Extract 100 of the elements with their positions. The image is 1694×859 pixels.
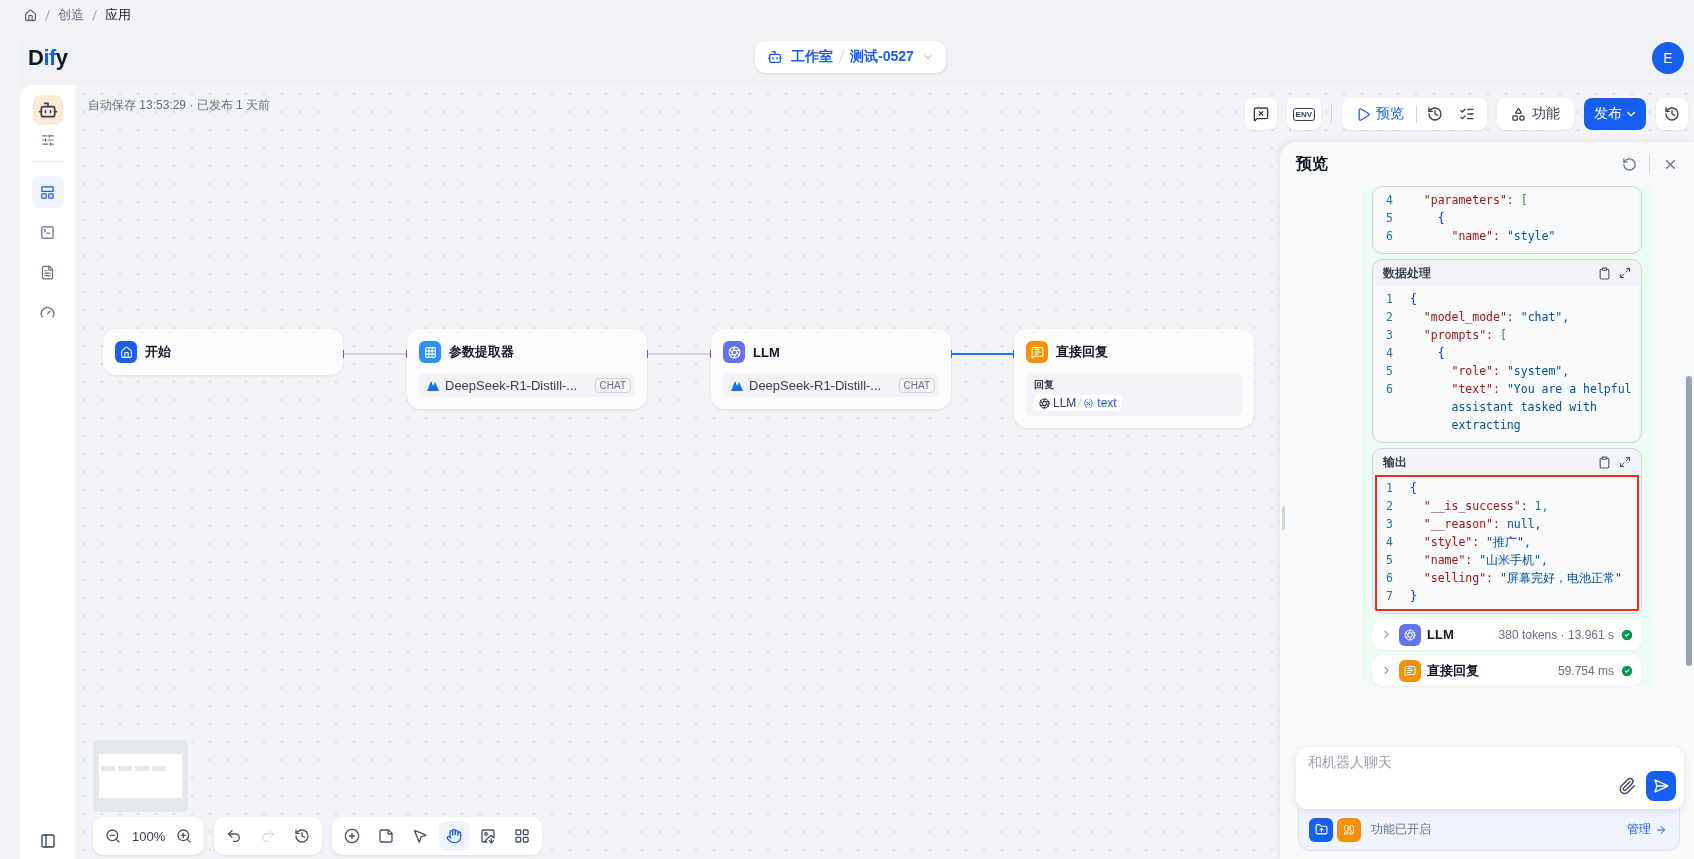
send-icon bbox=[1653, 778, 1669, 794]
chat-input[interactable]: 和机器人聊天 bbox=[1306, 753, 1566, 771]
code-line: "role": "system", bbox=[1450, 363, 1571, 380]
llm-node-icon bbox=[723, 341, 745, 363]
zoom-level[interactable]: 100% bbox=[132, 828, 166, 844]
breadcrumb-link[interactable]: 应用 bbox=[105, 6, 131, 24]
line-number: 4 bbox=[1385, 534, 1394, 551]
line-number: 6 bbox=[1385, 228, 1394, 245]
add-icon bbox=[344, 828, 361, 844]
trace-step[interactable]: LLM 380 tokens · 13.961 s bbox=[1372, 619, 1642, 650]
workflow-node[interactable]: LLM DeepSeek-R1-Distill-... CHAT bbox=[711, 329, 951, 409]
node-title: 参数提取器 bbox=[449, 343, 514, 361]
code-line: "__reason": null, bbox=[1422, 516, 1543, 533]
line-number: 5 bbox=[1385, 210, 1394, 227]
app-switcher[interactable]: 工作室 测试-0527 bbox=[755, 41, 946, 73]
model-selector[interactable]: DeepSeek-R1-Distill-... CHAT bbox=[419, 373, 635, 397]
code-line: { bbox=[1408, 480, 1418, 497]
variable-chip: LLM text bbox=[1034, 395, 1122, 411]
history-icon bbox=[1664, 106, 1680, 122]
zoom-in-icon bbox=[176, 828, 193, 844]
code-line: { bbox=[1408, 291, 1418, 308]
node-title: LLM bbox=[753, 344, 780, 360]
line-number: 2 bbox=[1385, 309, 1394, 326]
copy-icon[interactable] bbox=[1598, 266, 1611, 280]
node-title: 开始 bbox=[145, 343, 171, 361]
checklist-icon bbox=[1459, 106, 1475, 122]
monitoring-nav-icon bbox=[40, 304, 55, 320]
layout-icon bbox=[514, 828, 531, 844]
copy-icon[interactable] bbox=[1598, 455, 1611, 469]
step-name: LLM bbox=[1427, 627, 1455, 642]
sidebar-toggle-icon[interactable] bbox=[39, 833, 56, 849]
breadcrumb-link[interactable]: 创造 bbox=[58, 6, 84, 24]
send-button[interactable] bbox=[1646, 771, 1676, 801]
code-line: "parameters": [ bbox=[1422, 192, 1529, 209]
answer-node-icon bbox=[1026, 341, 1048, 363]
panel-title: 预览 bbox=[1296, 153, 1329, 174]
step-name: 直接回复 bbox=[1427, 661, 1480, 680]
line-number: 5 bbox=[1385, 363, 1394, 380]
hand-icon bbox=[446, 828, 463, 844]
parameter-extractor-node-icon bbox=[419, 341, 441, 363]
line-number: 4 bbox=[1385, 345, 1394, 362]
mountain-icon bbox=[427, 379, 439, 391]
restart-icon bbox=[1621, 156, 1637, 172]
save-status: 自动保存 13:53:29 · 已发布 1 天前 bbox=[88, 97, 271, 114]
publish-button[interactable]: 发布 bbox=[1584, 98, 1646, 130]
code-line: } bbox=[1408, 588, 1418, 605]
code-line: "selling": "屏幕完好，电池正常" bbox=[1422, 570, 1623, 587]
trace-step[interactable]: 直接回复 59.754 ms bbox=[1372, 655, 1642, 686]
code-line: "style": "推广", bbox=[1422, 534, 1532, 551]
sliders-icon[interactable] bbox=[40, 133, 55, 147]
chat-clear-button[interactable] bbox=[1244, 98, 1277, 130]
quote-icon bbox=[1337, 817, 1361, 842]
code-line: "name": "山米手机", bbox=[1422, 552, 1549, 569]
scrollbar[interactable] bbox=[1686, 376, 1692, 666]
field-label: 回复 bbox=[1034, 378, 1055, 392]
orchestrate-nav-button[interactable] bbox=[31, 176, 64, 208]
env-button[interactable]: ENV bbox=[1286, 98, 1321, 130]
home-icon[interactable] bbox=[24, 8, 37, 22]
user-avatar[interactable]: E bbox=[1652, 41, 1684, 74]
llm-node-icon bbox=[1399, 623, 1421, 646]
answer-node-icon bbox=[1399, 659, 1421, 682]
resize-handle[interactable] bbox=[1282, 506, 1285, 530]
workflow-node[interactable]: 开始 bbox=[103, 329, 343, 375]
workflow-node[interactable]: 参数提取器 DeepSeek-R1-Distill-... CHAT bbox=[407, 329, 647, 409]
export-icon bbox=[480, 828, 497, 844]
workflow-node[interactable]: 直接回复 回复 LLM text bbox=[1014, 329, 1254, 428]
clock-icon bbox=[1427, 106, 1443, 122]
start-node-icon bbox=[115, 341, 137, 363]
zoom-out-icon bbox=[105, 828, 121, 844]
shapes-icon bbox=[1511, 106, 1526, 122]
features-button[interactable]: 功能 bbox=[1497, 98, 1574, 130]
hand-tool-button[interactable] bbox=[439, 821, 470, 851]
manage-link[interactable]: 管理 bbox=[1627, 821, 1667, 838]
arrow-right-icon bbox=[1655, 823, 1667, 836]
expand-icon[interactable] bbox=[1619, 267, 1631, 279]
note-icon bbox=[378, 828, 395, 844]
version-history-button[interactable] bbox=[1656, 98, 1688, 130]
expand-icon[interactable] bbox=[1619, 456, 1631, 468]
code-line: "prompts": [ bbox=[1422, 327, 1508, 344]
line-number: 4 bbox=[1385, 192, 1394, 209]
logs-nav-icon bbox=[40, 264, 55, 280]
code-line: { bbox=[1436, 210, 1446, 227]
mountain-icon bbox=[731, 379, 743, 391]
card-title: 数据处理 bbox=[1383, 264, 1432, 282]
step-meta: 59.754 ms bbox=[1557, 663, 1614, 678]
app-icon[interactable] bbox=[32, 95, 63, 125]
line-number: 3 bbox=[1385, 327, 1394, 344]
paperclip-icon[interactable] bbox=[1618, 777, 1636, 795]
line-number: 1 bbox=[1385, 291, 1394, 308]
orchestrate-nav-icon bbox=[40, 184, 55, 200]
line-number: 7 bbox=[1385, 588, 1394, 605]
line-number: 3 bbox=[1385, 516, 1394, 533]
variable-icon bbox=[1083, 397, 1095, 409]
mode-tag: CHAT bbox=[594, 377, 631, 393]
model-selector[interactable]: DeepSeek-R1-Distill-... CHAT bbox=[723, 373, 939, 397]
code-line: "model_mode": "chat", bbox=[1422, 309, 1571, 326]
robot-icon bbox=[767, 49, 783, 65]
features-label: 功能已开启 bbox=[1371, 821, 1432, 838]
code-line: "__is_success": 1, bbox=[1422, 498, 1550, 515]
code-line: { bbox=[1436, 345, 1446, 362]
